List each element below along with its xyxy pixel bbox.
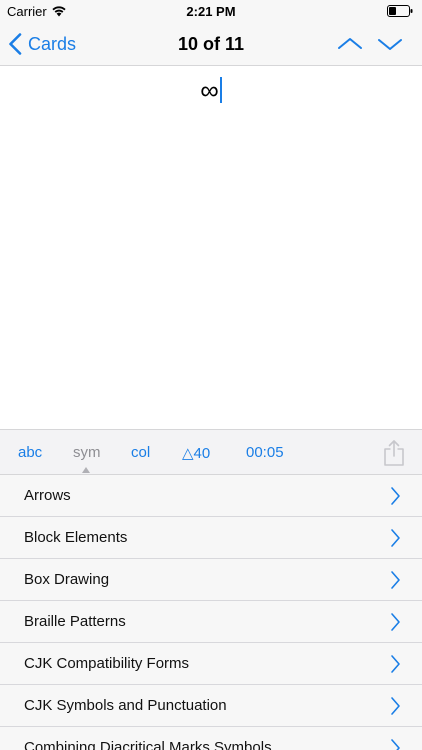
battery-icon (387, 5, 413, 17)
list-item-label: Combining Diacritical Marks Symbols (24, 739, 272, 750)
chevron-right-icon (391, 697, 400, 715)
list-item-label: Arrows (24, 487, 71, 504)
color-keyboard-tab[interactable]: col (131, 444, 150, 461)
list-item-label: Box Drawing (24, 571, 110, 588)
chevron-left-icon (9, 33, 22, 55)
list-item[interactable]: Braille Patterns (0, 601, 422, 643)
chevron-right-icon (391, 487, 400, 505)
list-item-label: Block Elements (24, 529, 128, 546)
text-caret (219, 77, 222, 103)
list-item-label: CJK Symbols and Punctuation (24, 697, 227, 714)
chevron-right-icon (391, 571, 400, 589)
list-item[interactable]: CJK Symbols and Punctuation (0, 685, 422, 727)
list-item[interactable]: Box Drawing (0, 559, 422, 601)
list-item[interactable]: Combining Diacritical Marks Symbols (0, 727, 422, 750)
keyboard-toolbar: abc sym col △40 00:05 (0, 429, 422, 475)
navigation-bar: Cards 10 of 11 (0, 22, 422, 66)
list-item-label: Braille Patterns (24, 613, 126, 630)
previous-card-button[interactable] (337, 33, 363, 55)
symbol-category-list: Arrows Block Elements Box Drawing Braill… (0, 475, 422, 750)
back-button-label: Cards (28, 33, 77, 54)
screen: Carrier 2:21 PM Cards 10 of 11 ∞ abc sym… (0, 0, 422, 750)
card-text[interactable]: ∞ (0, 75, 422, 105)
delta-counter[interactable]: △40 (182, 444, 210, 462)
abc-keyboard-tab[interactable]: abc (18, 444, 42, 461)
list-item[interactable]: Block Elements (0, 517, 422, 559)
share-icon[interactable] (383, 439, 405, 467)
chevron-right-icon (391, 529, 400, 547)
chevron-right-icon (391, 655, 400, 673)
timer-display[interactable]: 00:05 (246, 444, 284, 461)
card-text-content: ∞ (200, 75, 219, 105)
selected-tab-indicator (82, 467, 90, 473)
symbol-keyboard-tab[interactable]: sym (73, 444, 101, 461)
list-item[interactable]: Arrows (0, 475, 422, 517)
chevron-right-icon (391, 739, 400, 750)
next-card-button[interactable] (377, 33, 403, 55)
list-item[interactable]: CJK Compatibility Forms (0, 643, 422, 685)
card-editor[interactable]: ∞ (0, 67, 422, 429)
back-button[interactable]: Cards (8, 22, 76, 66)
status-time: 2:21 PM (186, 4, 236, 19)
list-item-label: CJK Compatibility Forms (24, 655, 190, 672)
status-bar: Carrier 2:21 PM (0, 0, 422, 22)
chevron-right-icon (391, 613, 400, 631)
